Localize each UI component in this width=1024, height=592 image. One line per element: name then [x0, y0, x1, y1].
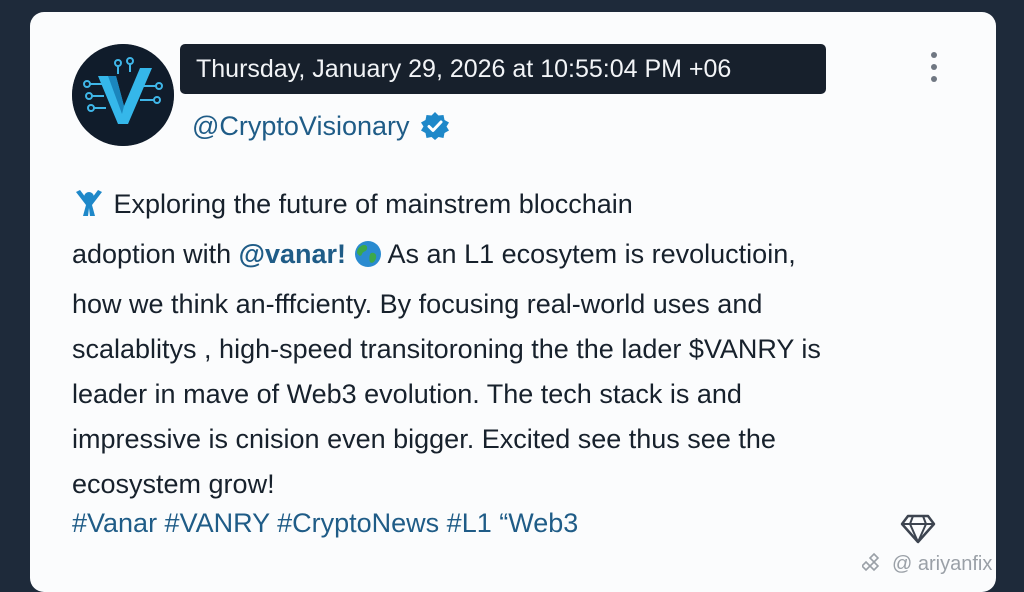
person-arms-up-icon: [72, 187, 106, 232]
hashtag-list[interactable]: #Vanar #VANRY #CryptoNews #L1 “Web3: [72, 508, 578, 539]
verified-badge-icon: [420, 111, 450, 141]
post-text-line-7: ecosystem grow!: [72, 469, 275, 499]
mention-link[interactable]: @vanar!: [239, 239, 346, 269]
watermark: @ ariyanfix: [862, 552, 992, 576]
post-text-line-2-before: adoption with: [72, 239, 239, 269]
more-vertical-icon-dot: [931, 76, 937, 82]
binance-logo-icon: [862, 552, 880, 572]
more-vertical-icon-dot: [931, 64, 937, 70]
diamond-icon: [900, 510, 936, 546]
post-text-line-4: scalablitys , high-speed transitoroning …: [72, 334, 821, 364]
avatar[interactable]: [72, 44, 174, 146]
post-text-line-2-after: As an L1 ecosytem is revoluctioin,: [381, 239, 796, 269]
post-line-2: adoption with @vanar! As an L1 ecosytem …: [72, 232, 952, 282]
globe-icon: [354, 237, 382, 282]
post-line-1: Exploring the future of mainstrem blocch…: [72, 182, 952, 232]
author-handle[interactable]: @CryptoVisionary: [192, 111, 410, 142]
post-text-line-3: how we think an-fffcienty. By focusing r…: [72, 289, 763, 319]
post-text-line-1: Exploring the future of mainstrem blocch…: [113, 189, 633, 219]
post-body: Exploring the future of mainstrem blocch…: [72, 182, 952, 507]
more-vertical-icon: [931, 52, 937, 58]
post-timestamp: Thursday, January 29, 2026 at 10:55:04 P…: [180, 44, 826, 94]
vanar-logo-icon: [72, 44, 174, 146]
post-text-line-5: leader in mave of Web3 evolution. The te…: [72, 379, 742, 409]
post-text-line-6: impressive is cnision even bigger. Excit…: [72, 424, 776, 454]
more-options-button[interactable]: [923, 52, 945, 92]
post-card: Thursday, January 29, 2026 at 10:55:04 P…: [30, 12, 996, 592]
author-row: @CryptoVisionary: [192, 108, 450, 144]
watermark-text: @ ariyanfix: [892, 552, 993, 575]
